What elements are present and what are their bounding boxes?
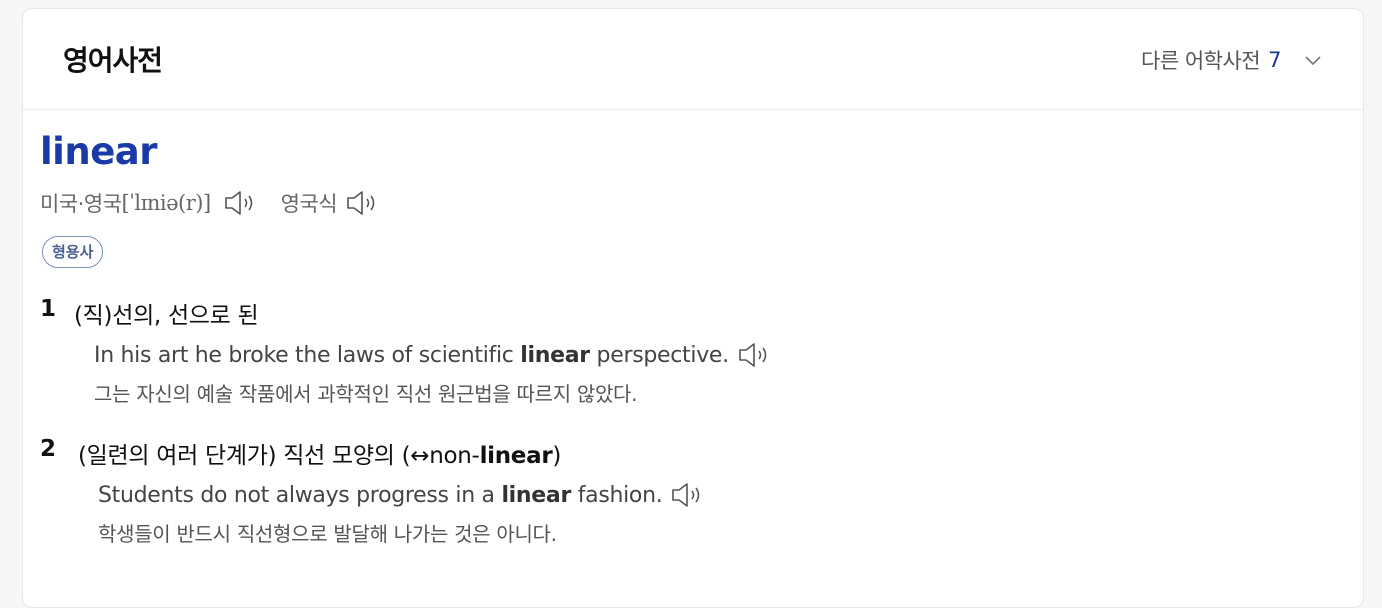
headword[interactable]: linear [40, 130, 158, 173]
pronunciation-label: 미국·영국 [40, 192, 122, 216]
speaker-icon[interactable] [737, 340, 771, 370]
pronunciation-row: 미국·영국 [ˈlɪniə(r)] 영국식 [40, 188, 379, 218]
chevron-down-icon [1305, 56, 1321, 66]
other-dictionaries-label: 다른 어학사전 [1141, 49, 1261, 73]
page-title: 영어사전 [63, 44, 163, 77]
card-header: 영어사전 다른 어학사전 7 [23, 9, 1363, 110]
example-text: Students do not always progress in a lin… [98, 482, 663, 508]
sense-number: 1 [40, 296, 57, 322]
ipa-text: [ˈlɪniə(r)] [121, 191, 211, 215]
speaker-icon[interactable] [345, 188, 379, 218]
other-dictionaries-button[interactable]: 다른 어학사전 7 [1141, 45, 1323, 75]
example-translation: 그는 자신의 예술 작품에서 과학적인 직선 원근법을 따르지 않았다. [94, 382, 638, 406]
speaker-icon[interactable] [223, 188, 257, 218]
example-text: In his art he broke the laws of scientif… [94, 342, 729, 368]
antonym-link[interactable]: linear [480, 443, 553, 469]
speaker-icon[interactable] [670, 480, 704, 510]
sense-definition: (일련의 여러 단계가) 직선 모양의 (↔non-linear) [78, 443, 562, 469]
other-dictionaries-count: 7 [1268, 48, 1281, 72]
sense-number: 2 [40, 436, 57, 462]
variant-label: 영국식 [280, 192, 338, 216]
example-translation: 학생들이 반드시 직선형으로 발달해 나가는 것은 아니다. [98, 522, 557, 546]
sense-definition: (직)선의, 선으로 된 [74, 303, 259, 329]
example-sentence: In his art he broke the laws of scientif… [94, 340, 771, 370]
example-sentence: Students do not always progress in a lin… [98, 480, 704, 510]
part-of-speech-badge: 형용사 [42, 236, 104, 268]
